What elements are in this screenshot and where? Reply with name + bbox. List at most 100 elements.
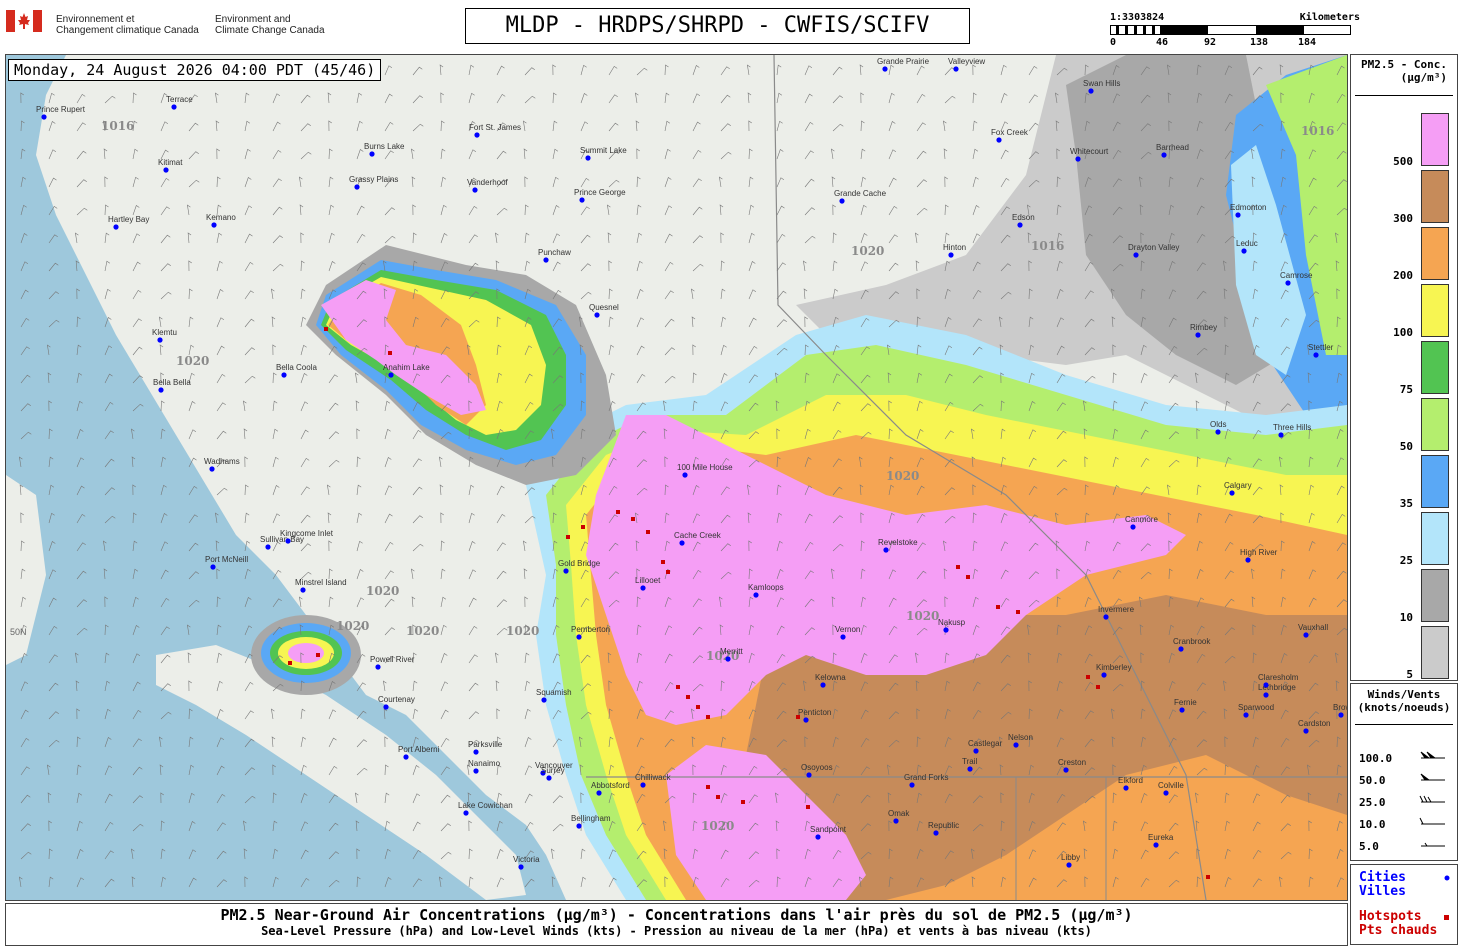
hotspot-marker[interactable] [706, 785, 710, 789]
city-marker[interactable] [1161, 152, 1167, 158]
city-marker[interactable] [640, 585, 646, 591]
city-marker[interactable] [1179, 707, 1185, 713]
city-marker[interactable] [893, 818, 899, 824]
city-marker[interactable] [1088, 88, 1094, 94]
city-marker[interactable] [209, 466, 215, 472]
city-marker[interactable] [1243, 712, 1249, 718]
hotspot-marker[interactable] [316, 653, 320, 657]
city-marker[interactable] [388, 372, 394, 378]
city-marker[interactable] [1133, 252, 1139, 258]
hotspot-marker[interactable] [1096, 685, 1100, 689]
hotspot-marker[interactable] [661, 560, 665, 564]
hotspot-marker[interactable] [388, 351, 392, 355]
city-marker[interactable] [546, 775, 552, 781]
city-marker[interactable] [882, 66, 888, 72]
city-marker[interactable] [1235, 212, 1241, 218]
city-marker[interactable] [933, 830, 939, 836]
city-marker[interactable] [1017, 222, 1023, 228]
city-marker[interactable] [1241, 248, 1247, 254]
city-marker[interactable] [973, 748, 979, 754]
hotspot-marker[interactable] [956, 565, 960, 569]
city-marker[interactable] [1229, 490, 1235, 496]
city-marker[interactable] [518, 864, 524, 870]
hotspot-marker[interactable] [1016, 610, 1020, 614]
city-marker[interactable] [576, 823, 582, 829]
city-marker[interactable] [354, 184, 360, 190]
city-marker[interactable] [1245, 557, 1251, 563]
city-marker[interactable] [1285, 280, 1291, 286]
city-marker[interactable] [803, 717, 809, 723]
city-marker[interactable] [753, 592, 759, 598]
city-marker[interactable] [1215, 429, 1221, 435]
hotspot-marker[interactable] [666, 570, 670, 574]
hotspot-marker[interactable] [706, 715, 710, 719]
city-marker[interactable] [840, 634, 846, 640]
city-marker[interactable] [1338, 712, 1344, 718]
city-marker[interactable] [300, 587, 306, 593]
city-marker[interactable] [285, 538, 291, 544]
city-marker[interactable] [883, 547, 889, 553]
hotspot-marker[interactable] [324, 327, 328, 331]
city-marker[interactable] [640, 782, 646, 788]
city-marker[interactable] [473, 768, 479, 774]
city-marker[interactable] [563, 568, 569, 574]
city-marker[interactable] [815, 834, 821, 840]
city-marker[interactable] [375, 664, 381, 670]
city-marker[interactable] [1130, 524, 1136, 530]
city-marker[interactable] [281, 372, 287, 378]
city-marker[interactable] [1163, 790, 1169, 796]
city-marker[interactable] [725, 656, 731, 662]
city-marker[interactable] [909, 782, 915, 788]
city-marker[interactable] [596, 790, 602, 796]
city-marker[interactable] [1066, 862, 1072, 868]
city-marker[interactable] [1103, 614, 1109, 620]
city-marker[interactable] [1178, 646, 1184, 652]
city-marker[interactable] [474, 132, 480, 138]
city-marker[interactable] [543, 257, 549, 263]
hotspot-marker[interactable] [631, 517, 635, 521]
city-marker[interactable] [1303, 632, 1309, 638]
hotspot-marker[interactable] [806, 805, 810, 809]
hotspot-marker[interactable] [966, 575, 970, 579]
city-marker[interactable] [211, 222, 217, 228]
city-marker[interactable] [1263, 682, 1269, 688]
city-marker[interactable] [1013, 742, 1019, 748]
city-marker[interactable] [682, 472, 688, 478]
city-marker[interactable] [472, 187, 478, 193]
city-marker[interactable] [210, 564, 216, 570]
city-marker[interactable] [1278, 432, 1284, 438]
city-marker[interactable] [1123, 785, 1129, 791]
hotspot-marker[interactable] [676, 685, 680, 689]
hotspot-marker[interactable] [566, 535, 570, 539]
city-marker[interactable] [463, 810, 469, 816]
city-marker[interactable] [967, 766, 973, 772]
hotspot-marker[interactable] [581, 525, 585, 529]
city-marker[interactable] [948, 252, 954, 258]
city-marker[interactable] [1063, 767, 1069, 773]
city-marker[interactable] [1263, 692, 1269, 698]
city-marker[interactable] [171, 104, 177, 110]
city-marker[interactable] [383, 704, 389, 710]
city-marker[interactable] [473, 749, 479, 755]
map-panel[interactable]: 1016 1016 1020 1020 1020 1020 1020 1020 … [5, 54, 1348, 901]
hotspot-marker[interactable] [686, 695, 690, 699]
hotspot-marker[interactable] [741, 800, 745, 804]
city-marker[interactable] [679, 540, 685, 546]
hotspot-marker[interactable] [288, 661, 292, 665]
hotspot-marker[interactable] [696, 705, 700, 709]
city-marker[interactable] [1101, 672, 1107, 678]
city-marker[interactable] [1195, 332, 1201, 338]
city-marker[interactable] [163, 167, 169, 173]
city-marker[interactable] [594, 312, 600, 318]
city-marker[interactable] [943, 627, 949, 633]
hotspot-marker[interactable] [1086, 675, 1090, 679]
city-marker[interactable] [1313, 352, 1319, 358]
city-marker[interactable] [265, 544, 271, 550]
city-marker[interactable] [369, 151, 375, 157]
hotspot-marker[interactable] [996, 605, 1000, 609]
map-canvas[interactable]: 1016 1016 1020 1020 1020 1020 1020 1020 … [6, 55, 1347, 900]
city-marker[interactable] [953, 66, 959, 72]
city-marker[interactable] [403, 754, 409, 760]
city-marker[interactable] [579, 197, 585, 203]
city-marker[interactable] [157, 337, 163, 343]
